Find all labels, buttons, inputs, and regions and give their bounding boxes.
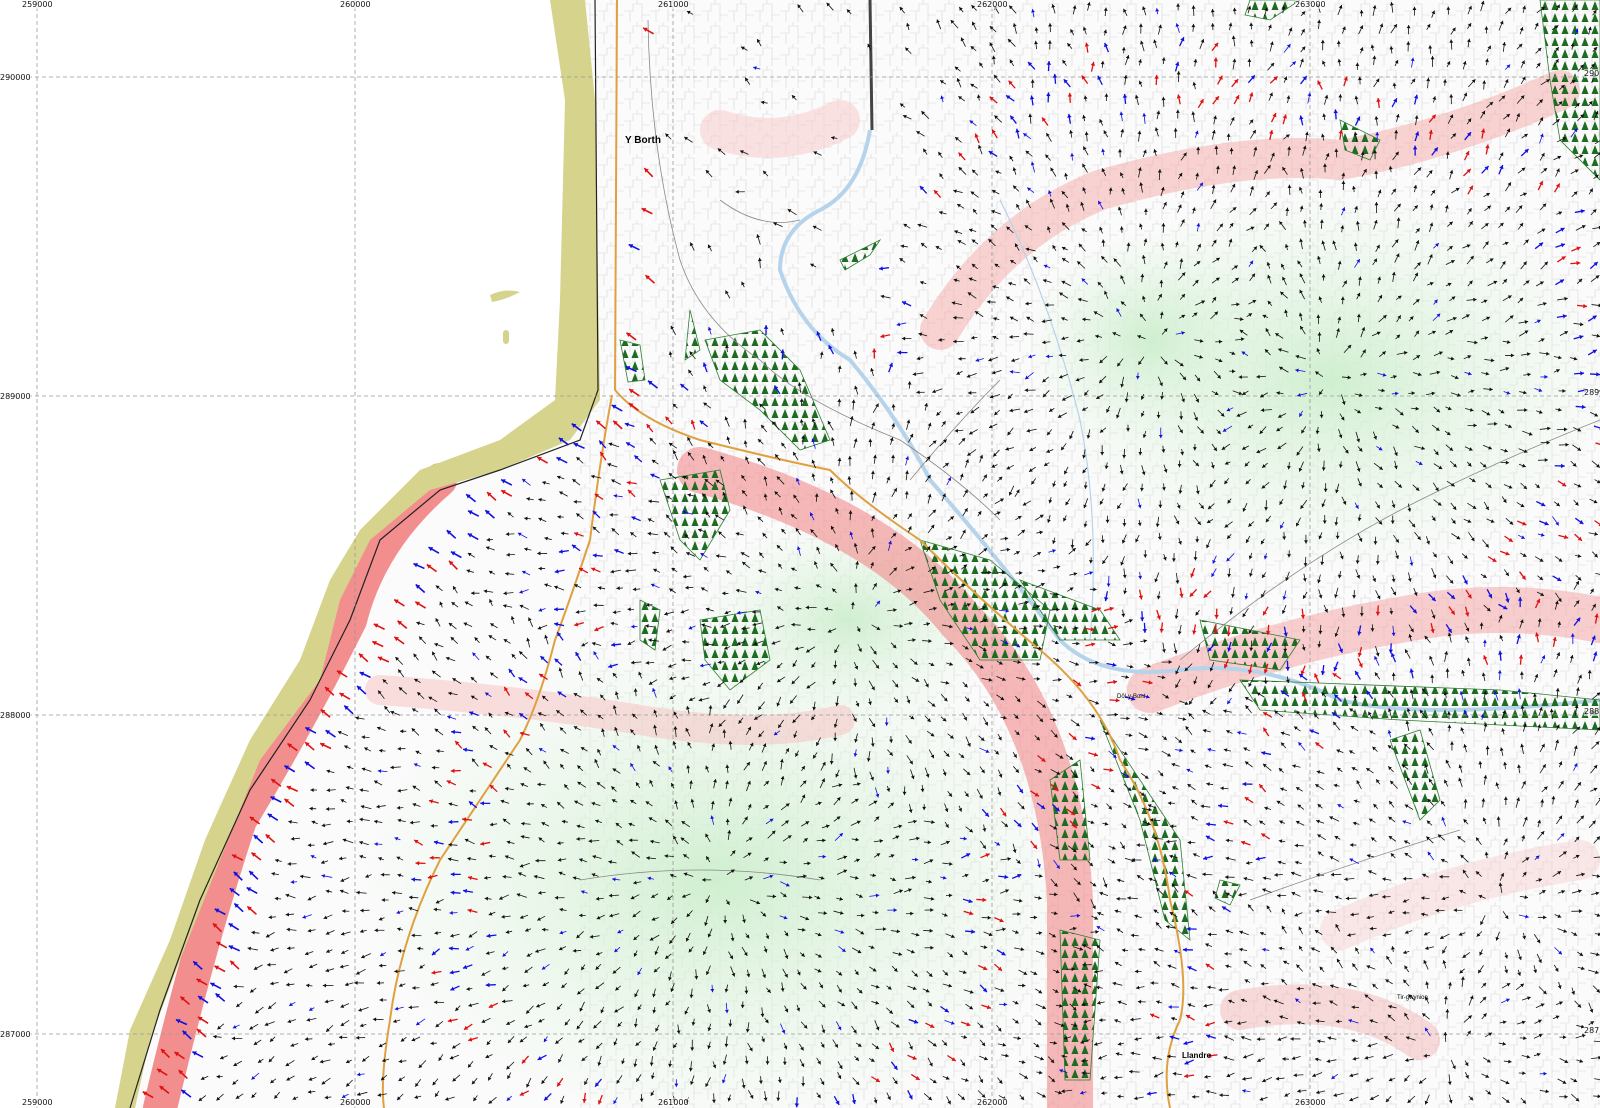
sandbar-small [503, 330, 509, 344]
arrowhead-icon [323, 841, 327, 846]
arrowhead-icon [384, 705, 388, 710]
map-view[interactable]: 259000 260000 261000 262000 263000 25900… [0, 0, 1600, 1108]
arrowhead-icon [526, 497, 531, 501]
map-canvas[interactable] [0, 0, 1600, 1108]
arrowhead-icon [505, 532, 510, 537]
arrowhead-icon [359, 788, 364, 793]
arrowhead-icon [560, 531, 565, 536]
arrowhead-icon [503, 591, 507, 596]
arrowhead-icon [379, 748, 383, 753]
arrowhead-icon [575, 610, 580, 614]
arrowhead-icon [307, 843, 312, 848]
arrowhead-icon [557, 514, 561, 519]
arrowhead-icon [326, 769, 331, 774]
arrowhead-icon [288, 820, 292, 824]
arrowhead-icon [483, 589, 488, 594]
arrowhead-icon [361, 735, 365, 740]
arrowhead-icon [526, 637, 531, 642]
arrowhead-icon [345, 786, 350, 790]
arrowhead-icon [524, 516, 528, 521]
arrowhead-icon [542, 480, 546, 485]
arrowhead-icon [398, 669, 402, 674]
arrowhead-icon [471, 591, 475, 596]
arrowhead-icon [506, 552, 510, 557]
arrowhead-icon [554, 607, 558, 612]
arrowhead-icon [522, 478, 526, 483]
arrowhead-icon [290, 836, 295, 841]
arrowhead-icon [416, 621, 420, 626]
arrowhead-icon [573, 499, 577, 504]
arrowhead-icon [355, 716, 359, 721]
arrowhead-icon [538, 497, 542, 502]
arrowhead-icon [524, 547, 528, 552]
arrowhead-icon [544, 536, 549, 541]
arrowhead-icon [432, 670, 436, 675]
arrowhead-icon [503, 604, 507, 608]
arrowhead-icon [537, 551, 541, 556]
arrowhead-icon [325, 807, 330, 811]
arrowhead-icon [326, 788, 331, 793]
arrowhead-icon [413, 653, 418, 658]
arrowhead-icon [346, 819, 351, 824]
arrowhead-icon [321, 823, 326, 828]
arrowhead-icon [399, 729, 404, 734]
arrowhead-icon [309, 806, 313, 811]
arrowhead-icon [448, 622, 453, 627]
arrowhead-icon [505, 571, 509, 576]
arrowhead-icon [310, 788, 314, 792]
arrowhead-icon [538, 566, 542, 571]
arrowhead-icon [451, 602, 456, 606]
arrowhead-icon [486, 537, 490, 542]
